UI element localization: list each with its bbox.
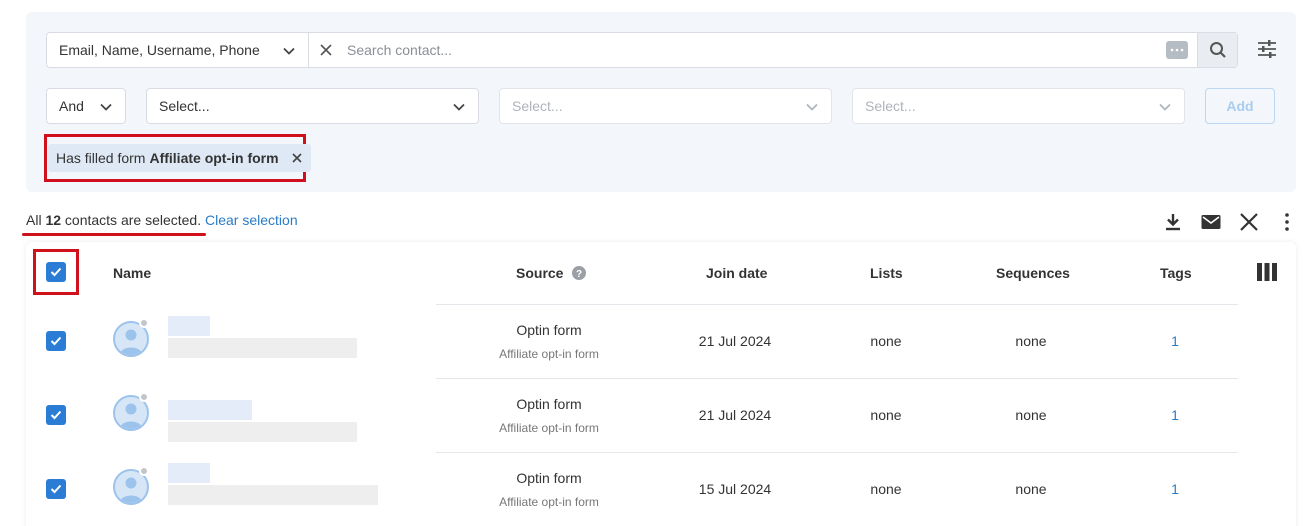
select-all-checkbox[interactable]	[46, 262, 66, 282]
more-dots-icon[interactable]	[1157, 33, 1197, 67]
column-header-source-label: Source	[516, 265, 564, 281]
help-icon[interactable]: ?	[572, 266, 587, 280]
checkbox-checked-icon	[50, 484, 62, 494]
condition-value-select[interactable]: Select...	[852, 88, 1185, 124]
lists-cell: none	[870, 481, 902, 497]
source-cell: Optin form	[516, 396, 582, 412]
search-button[interactable]	[1197, 33, 1237, 67]
lists-cell: none	[870, 407, 902, 423]
row-divider	[436, 304, 1238, 305]
filter-chip-prefix: Has filled form	[56, 150, 146, 166]
search-icon	[1209, 42, 1226, 58]
search-type-label: Email, Name, Username, Phone	[59, 42, 260, 58]
chevron-down-icon	[806, 103, 818, 111]
logic-operator-select[interactable]: And	[46, 88, 126, 124]
download-icon[interactable]	[1161, 210, 1185, 234]
row-checkbox[interactable]	[46, 405, 66, 425]
join-date-cell: 21 Jul 2024	[698, 333, 772, 349]
svg-text:?: ?	[576, 269, 582, 280]
highlight-underline	[22, 233, 206, 236]
source-cell: Optin form	[516, 470, 582, 486]
status-dot	[139, 392, 149, 402]
source-cell: Optin form	[516, 322, 582, 338]
selection-prefix: All	[26, 212, 42, 228]
checkbox-checked-icon	[50, 267, 62, 277]
mail-icon[interactable]	[1199, 210, 1223, 234]
logic-operator-label: And	[59, 98, 84, 114]
search-bar: Email, Name, Username, Phone	[46, 32, 1238, 68]
condition-operator-placeholder: Select...	[512, 98, 563, 114]
columns-icon[interactable]	[1257, 263, 1277, 281]
active-filter-chip: Has filled form Affiliate opt-in form	[48, 144, 311, 172]
selection-suffix: contacts are selected.	[64, 212, 202, 228]
condition-operator-select[interactable]: Select...	[499, 88, 832, 124]
contact-email-redacted	[168, 422, 357, 442]
sequences-cell: none	[1015, 407, 1047, 423]
filter-panel: Email, Name, Username, Phone And Select.…	[26, 12, 1296, 192]
chevron-down-icon	[453, 103, 465, 111]
chevron-down-icon	[100, 103, 112, 111]
join-date-cell: 21 Jul 2024	[698, 407, 772, 423]
close-icon[interactable]	[309, 33, 343, 67]
close-icon[interactable]	[291, 152, 303, 164]
row-checkbox[interactable]	[46, 479, 66, 499]
lists-cell: none	[870, 333, 902, 349]
selection-count: 12	[45, 212, 62, 228]
tags-count-link[interactable]: 1	[1155, 333, 1195, 349]
row-divider	[436, 452, 1238, 453]
checkbox-checked-icon	[50, 336, 62, 346]
status-dot	[139, 466, 149, 476]
source-detail-cell: Affiliate opt-in form	[499, 421, 599, 435]
checkbox-checked-icon	[50, 410, 62, 420]
column-header-sequences[interactable]: Sequences	[996, 265, 1070, 281]
tags-count-link[interactable]: 1	[1155, 481, 1195, 497]
source-detail-cell: Affiliate opt-in form	[499, 495, 599, 509]
condition-field-placeholder: Select...	[159, 98, 210, 114]
chevron-down-icon	[283, 47, 295, 55]
source-detail-cell: Affiliate opt-in form	[499, 347, 599, 361]
search-input[interactable]	[343, 33, 1157, 67]
column-header-name[interactable]: Name	[113, 265, 151, 281]
column-header-join-date[interactable]: Join date	[706, 265, 767, 281]
column-header-lists[interactable]: Lists	[870, 265, 903, 281]
sequences-cell: none	[1015, 333, 1047, 349]
join-date-cell: 15 Jul 2024	[698, 481, 772, 497]
selection-info: All 12 contacts are selected. Clear sele…	[26, 212, 298, 228]
chevron-down-icon	[1159, 103, 1171, 111]
contact-name-redacted	[168, 463, 210, 483]
tags-count-link[interactable]: 1	[1155, 407, 1195, 423]
column-header-tags[interactable]: Tags	[1160, 265, 1192, 281]
row-checkbox[interactable]	[46, 331, 66, 351]
filter-chip-value: Affiliate opt-in form	[149, 150, 279, 166]
filter-settings-icon[interactable]	[1255, 37, 1279, 61]
status-dot	[139, 318, 149, 328]
contact-name-redacted	[168, 316, 210, 336]
contact-email-redacted	[168, 485, 378, 505]
contact-email-redacted	[168, 338, 357, 358]
delete-x-icon[interactable]	[1237, 210, 1261, 234]
search-type-select[interactable]: Email, Name, Username, Phone	[47, 33, 309, 67]
contact-name-redacted	[168, 400, 252, 420]
column-header-source[interactable]: Source ?	[516, 265, 587, 281]
row-divider	[436, 378, 1238, 379]
contacts-table	[26, 242, 1296, 526]
clear-selection-link[interactable]: Clear selection	[205, 212, 298, 228]
sequences-cell: none	[1015, 481, 1047, 497]
more-vertical-icon[interactable]	[1275, 210, 1299, 234]
condition-field-select[interactable]: Select...	[146, 88, 479, 124]
add-condition-button[interactable]: Add	[1205, 88, 1275, 124]
condition-value-placeholder: Select...	[865, 98, 916, 114]
